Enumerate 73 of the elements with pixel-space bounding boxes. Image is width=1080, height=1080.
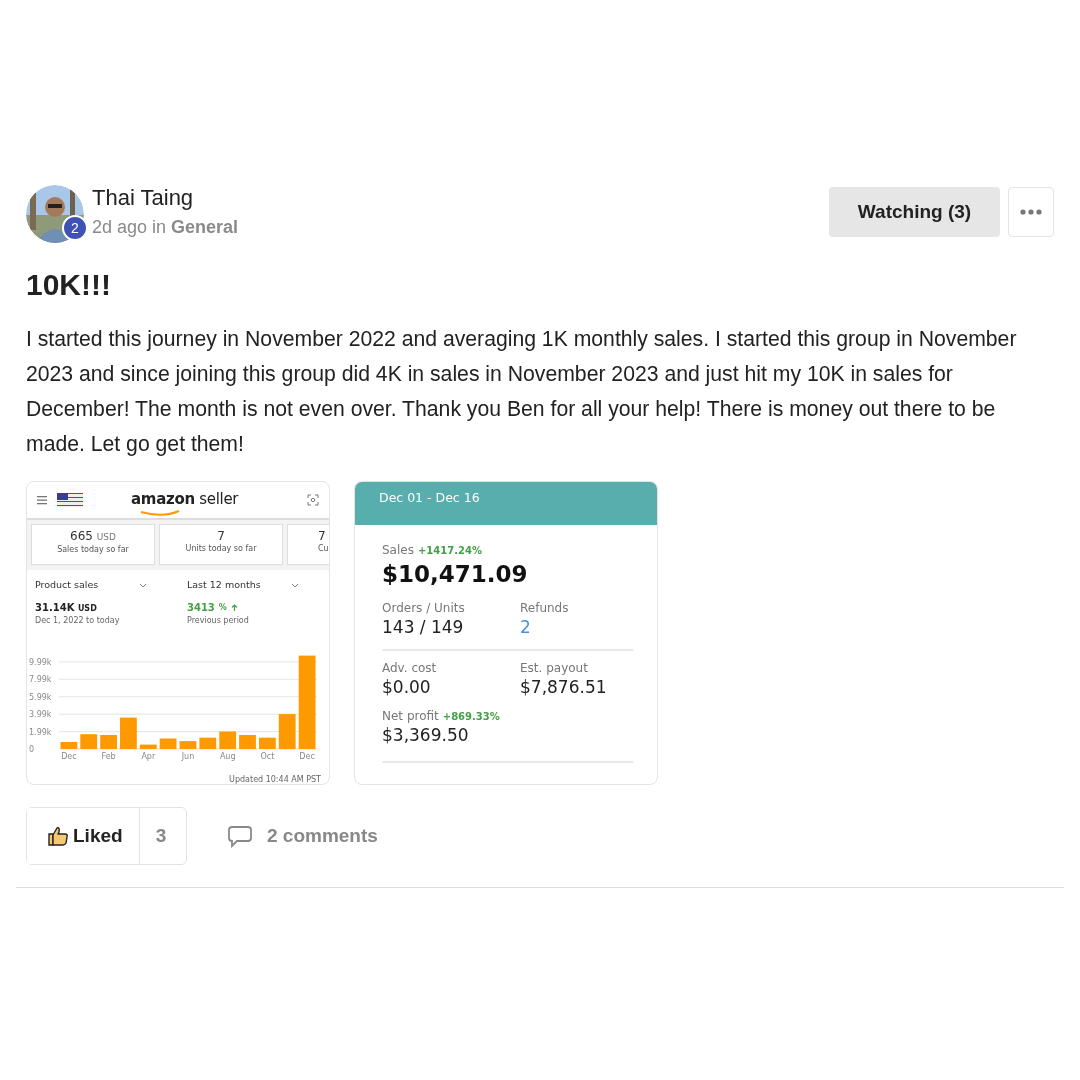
bar xyxy=(159,738,177,750)
tile-label: Units today so far xyxy=(184,543,258,555)
axis-label: Dec xyxy=(61,752,77,762)
metric-label: Refunds xyxy=(520,600,570,617)
axis-label: Apr xyxy=(141,752,156,762)
menu-icon xyxy=(37,495,47,505)
metric-label: Orders / Units xyxy=(382,600,466,617)
total-unit: USD xyxy=(77,604,97,614)
date-range: Dec 01 - Dec 16 xyxy=(379,490,480,505)
up-arrow-icon xyxy=(230,603,238,612)
axis-label: Oct xyxy=(260,752,275,762)
net-profit-value: $3,369.50 xyxy=(382,725,470,745)
bar xyxy=(278,714,296,750)
bar xyxy=(120,717,137,750)
change-value: 3413 xyxy=(187,601,215,616)
metric-value: 143 / 149 xyxy=(382,617,465,637)
axis-label: Aug xyxy=(219,752,236,762)
bar xyxy=(259,737,276,750)
bar xyxy=(179,741,197,750)
app-logo: amazon seller xyxy=(131,489,239,510)
tile-value: 7 xyxy=(217,529,225,543)
updated-time: Updated 10:44 AM PST xyxy=(229,775,321,784)
axis-label: 0 xyxy=(29,745,35,755)
post-meta: 2d ago in General xyxy=(92,216,240,239)
axis-label: 3.99k xyxy=(29,710,52,720)
dropdown[interactable]: Product sales xyxy=(35,578,99,593)
change-value: +869.33% xyxy=(442,710,500,724)
bar xyxy=(239,735,256,750)
metric-value: $7,876.51 xyxy=(520,677,608,697)
chevron-icon xyxy=(291,582,299,588)
tile-value: 665 xyxy=(70,529,93,543)
axis-label: Dec xyxy=(299,752,315,762)
comparison-label: Previous period xyxy=(187,615,250,628)
axis-label: 9.99k xyxy=(29,658,52,668)
more-icon xyxy=(1020,209,1042,215)
axis-label: 1.99k xyxy=(29,727,52,737)
post-body: I started this journey in November 2022 and averaging 1K monthly sales. I started this group in November 2023 and since joining this group did 4K in sales in November 2023 and just hit my 10K in sales for December! The month is not even over. Thank you Ben for all your help! There is money out there to be made. Let go get them! xyxy=(26,326,1018,458)
date-range: Dec 1, 2022 to today xyxy=(35,615,121,628)
dropdown[interactable]: Last 12 months xyxy=(187,578,261,593)
flag-icon xyxy=(57,493,83,507)
metric-value: $0.00 xyxy=(382,677,432,697)
watching-button[interactable]: Watching (3) xyxy=(829,187,1000,237)
bar xyxy=(80,734,98,750)
comment-icon xyxy=(227,824,253,848)
bar xyxy=(100,735,117,750)
tile-label: Sales today so far xyxy=(56,544,130,556)
metric-label: Adv. cost xyxy=(382,660,438,677)
total-value: 31.14K xyxy=(35,602,75,614)
more-button[interactable] xyxy=(1008,187,1054,237)
metric-label: Est. payout xyxy=(520,660,589,677)
author-name[interactable]: Thai Taing xyxy=(92,185,829,211)
tile-unit: USD xyxy=(96,532,116,542)
axis-label: Jun xyxy=(181,752,195,762)
axis-label: 5.99k xyxy=(29,692,52,702)
metric-label: Net profit xyxy=(382,708,439,725)
bar xyxy=(139,744,157,750)
metric-label: Sales xyxy=(382,542,414,559)
change-unit: % xyxy=(218,601,227,614)
sales-value: $10,471.09 xyxy=(382,560,529,589)
post-title: 10K!!! xyxy=(26,267,112,303)
like-count[interactable]: 3 xyxy=(138,808,183,864)
metric-value: 2 xyxy=(520,617,532,637)
scan-icon xyxy=(307,494,319,506)
comments-link[interactable]: 2 comments xyxy=(227,821,378,851)
chevron-icon xyxy=(139,582,147,588)
level-badge: 2 xyxy=(62,215,88,241)
axis-label: Feb xyxy=(101,752,116,762)
tile-label: Cu xyxy=(318,543,329,555)
bar xyxy=(60,742,78,750)
bar xyxy=(199,737,217,750)
tile-value: 7 xyxy=(318,529,326,543)
axis-label: 7.99k xyxy=(29,675,52,685)
change-value: +1417.24% xyxy=(417,544,482,558)
